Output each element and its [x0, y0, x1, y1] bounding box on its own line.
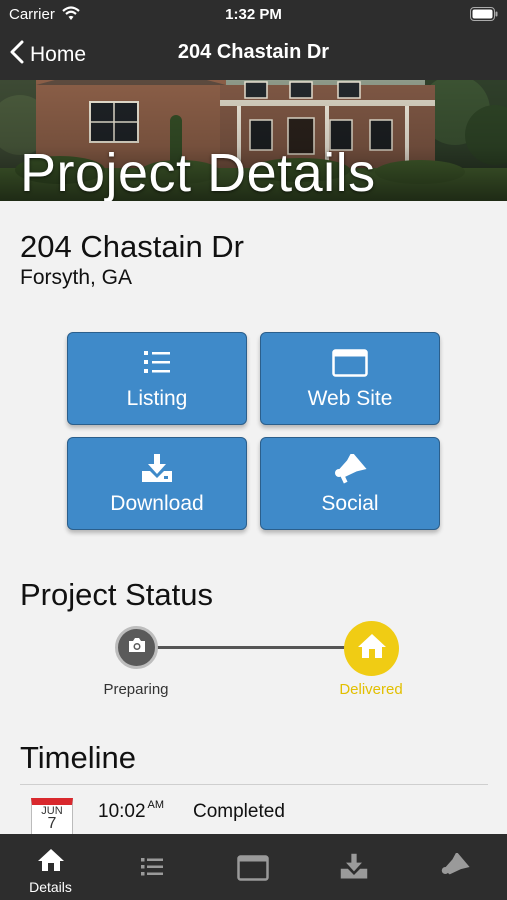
page-title: 204 Chastain Dr [177, 41, 330, 63]
property-address: 204 Chastain Dr [20, 229, 245, 264]
listing-button[interactable]: Listing [67, 332, 247, 425]
calendar-icon: JUN 7 [31, 798, 73, 838]
browser-window-icon [261, 349, 439, 377]
download-button[interactable]: Download [67, 437, 247, 530]
social-button[interactable]: Social [260, 437, 440, 530]
website-button[interactable]: Web Site [260, 332, 440, 425]
hero-banner: Project Details [0, 80, 507, 201]
property-city: Forsyth, GA [20, 266, 133, 289]
preparing-label: Preparing [103, 681, 169, 698]
list-icon [140, 856, 164, 883]
clock: 1:32 PM [225, 6, 282, 23]
listing-label: Listing [126, 387, 188, 410]
camera-icon [127, 637, 147, 658]
megaphone-icon [440, 851, 470, 886]
timeline-time: 10:02 AM [98, 799, 165, 823]
tab-details-label: Details [29, 879, 72, 895]
navigation-bar: Home 204 Chastain Dr [0, 28, 507, 80]
megaphone-icon [261, 454, 439, 484]
timeline-event-text: Completed [193, 801, 285, 822]
delivered-label: Delivered [339, 681, 403, 698]
tab-website[interactable] [202, 834, 303, 900]
tab-bar: Details [0, 834, 507, 900]
delivered-step [344, 621, 399, 676]
website-label: Web Site [307, 387, 393, 410]
tab-details[interactable]: Details [0, 834, 101, 900]
social-label: Social [321, 492, 379, 515]
browser-window-icon [236, 855, 269, 886]
calendar-day: 7 [47, 815, 57, 832]
project-status-heading: Project Status [20, 577, 213, 612]
status-progress-line [150, 646, 350, 649]
timeline-divider [20, 784, 488, 785]
download-tray-icon [68, 454, 246, 484]
house-icon [357, 633, 387, 664]
list-icon [68, 349, 246, 375]
house-icon [37, 848, 65, 877]
battery-icon [470, 7, 498, 25]
hero-title: Project Details [20, 143, 376, 201]
timeline-heading: Timeline [20, 740, 136, 775]
preparing-step [115, 626, 158, 669]
timeline-ampm: AM [147, 799, 165, 811]
download-tray-icon [339, 853, 369, 886]
download-label: Download [110, 492, 204, 515]
status-bar: Carrier 1:32 PM [0, 0, 507, 28]
tab-listing[interactable] [101, 834, 202, 900]
tab-download[interactable] [303, 834, 404, 900]
tab-social[interactable] [404, 834, 505, 900]
timeline-time-value: 10:02 [98, 801, 146, 822]
